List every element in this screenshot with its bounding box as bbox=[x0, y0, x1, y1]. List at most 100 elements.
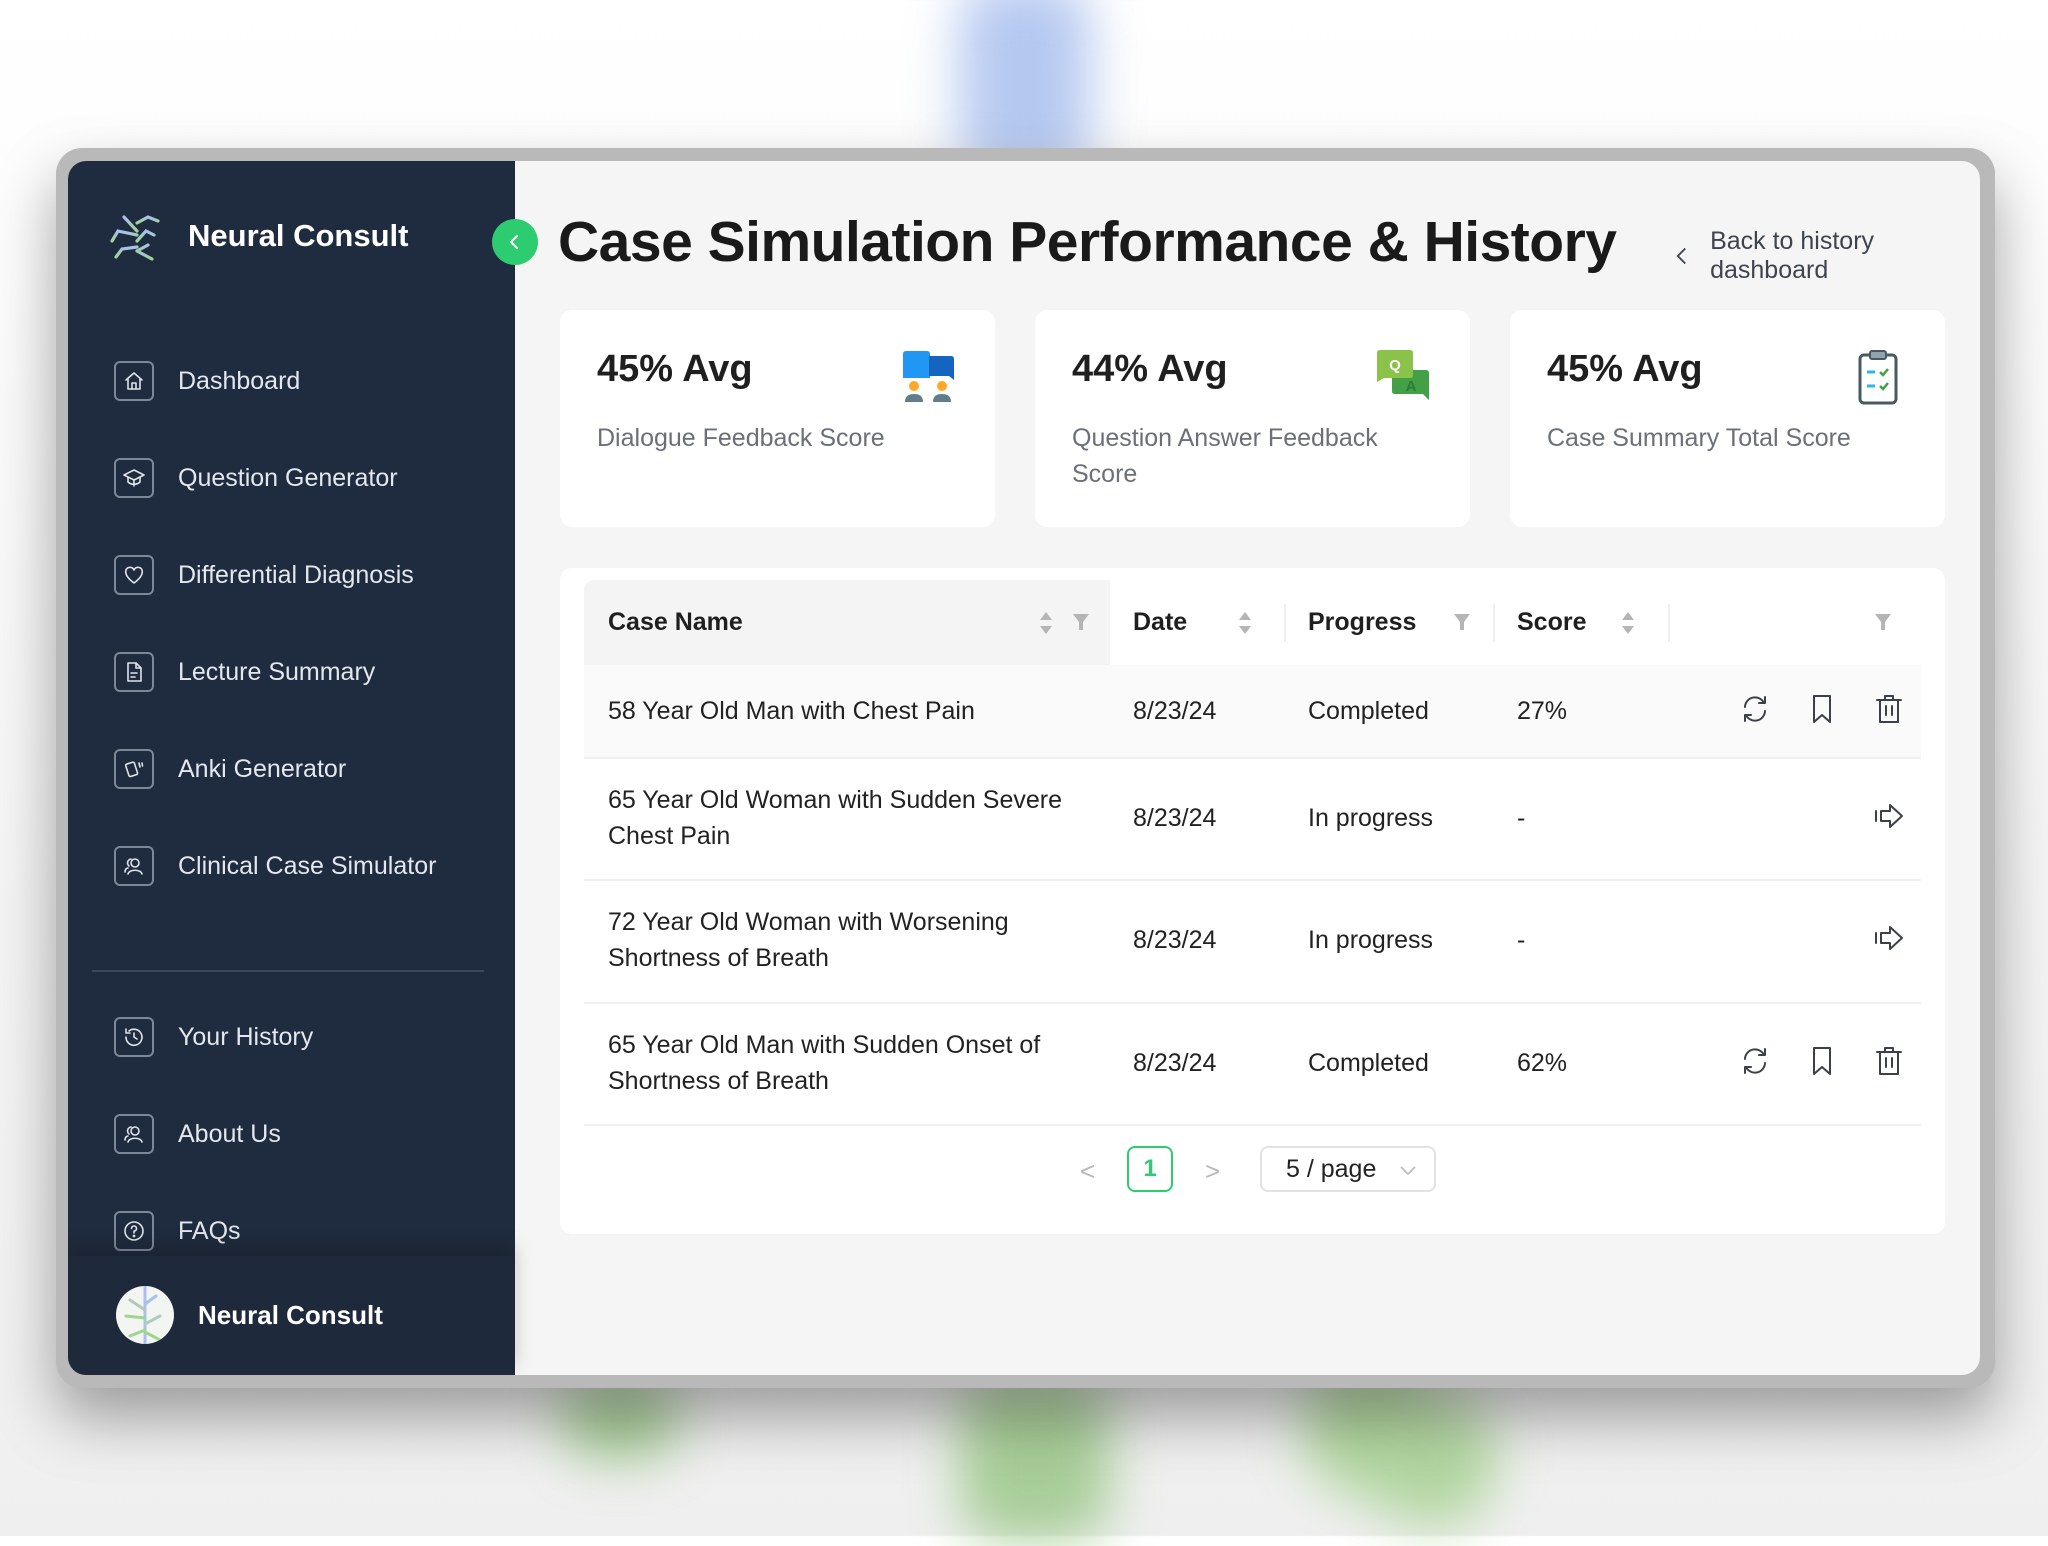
background-decoration bbox=[960, 1380, 1110, 1540]
sidebar-item-anki-generator[interactable]: Anki Generator bbox=[114, 749, 346, 789]
table-row[interactable]: 65 Year Old Man with Sudden Onset of Sho… bbox=[584, 1002, 1921, 1126]
sidebar-item-label: About Us bbox=[178, 1119, 281, 1148]
case-name[interactable]: 65 Year Old Man with Sudden Onset of Sho… bbox=[608, 1027, 1098, 1099]
previous-page-button[interactable]: < bbox=[1080, 1156, 1095, 1187]
sort-icon[interactable] bbox=[1238, 610, 1252, 636]
back-to-history-link[interactable]: Back to history dashboard bbox=[1675, 227, 1980, 285]
table-row[interactable]: 65 Year Old Woman with Sudden Severe Che… bbox=[584, 757, 1921, 881]
stat-card-question-answer: 44% Avg Question Answer Feedback Score Q… bbox=[1035, 310, 1470, 527]
retry-icon[interactable] bbox=[1738, 1044, 1772, 1078]
case-name[interactable]: 65 Year Old Woman with Sudden Severe Che… bbox=[608, 782, 1098, 854]
collapse-sidebar-button[interactable] bbox=[492, 219, 538, 265]
table-header: Case Name Date Progress Score bbox=[584, 580, 1921, 667]
graduation-cap-icon bbox=[114, 458, 154, 498]
sidebar-item-faqs[interactable]: FAQs bbox=[114, 1211, 241, 1251]
continue-icon[interactable] bbox=[1872, 921, 1906, 955]
clipboard-icon bbox=[1858, 350, 1898, 405]
case-name[interactable]: 58 Year Old Man with Chest Pain bbox=[608, 693, 1098, 729]
column-separator bbox=[1668, 604, 1670, 642]
case-score: 27% bbox=[1517, 697, 1568, 725]
sort-icon[interactable] bbox=[1621, 610, 1635, 636]
sidebar-item-label: Dashboard bbox=[178, 366, 301, 395]
question-circle-icon bbox=[114, 1211, 154, 1251]
case-name[interactable]: 72 Year Old Woman with Worsening Shortne… bbox=[608, 904, 1098, 976]
case-history-table: Case Name Date Progress Score 58 Year Ol… bbox=[560, 568, 1945, 1234]
stat-card-case-summary: 45% Avg Case Summary Total Score bbox=[1510, 310, 1945, 527]
sidebar-divider bbox=[92, 970, 484, 972]
back-link-label: Back to history dashboard bbox=[1710, 227, 1875, 284]
stat-value: 44% Avg bbox=[1072, 348, 1228, 390]
column-header-date[interactable]: Date bbox=[1133, 580, 1187, 665]
case-progress: In progress bbox=[1308, 926, 1434, 954]
brand[interactable]: Neural Consult bbox=[108, 205, 408, 267]
sidebar-item-label: FAQs bbox=[178, 1216, 241, 1245]
column-header-case-name[interactable]: Case Name bbox=[584, 580, 1110, 665]
app-window: Neural Consult Dashboard Question Genera… bbox=[68, 161, 1980, 1375]
case-date: 8/23/24 bbox=[1133, 804, 1217, 832]
qa-icon-a: A bbox=[1406, 378, 1417, 395]
sidebar-item-your-history[interactable]: Your History bbox=[114, 1017, 313, 1057]
dialogue-icon bbox=[903, 351, 954, 402]
home-icon bbox=[114, 361, 154, 401]
delete-icon[interactable] bbox=[1872, 1044, 1906, 1078]
sidebar-item-label: Question Generator bbox=[178, 463, 398, 492]
pagination: < 1 > 5 / page bbox=[560, 1146, 1945, 1194]
sidebar-item-label: Lecture Summary bbox=[178, 657, 376, 686]
sort-icon[interactable] bbox=[1039, 610, 1053, 636]
stat-card-dialogue: 45% Avg Dialogue Feedback Score bbox=[560, 310, 995, 527]
filter-icon[interactable] bbox=[1453, 612, 1471, 632]
case-score: - bbox=[1517, 926, 1526, 954]
delete-icon[interactable] bbox=[1872, 692, 1906, 726]
retry-icon[interactable] bbox=[1738, 692, 1772, 726]
case-date: 8/23/24 bbox=[1133, 697, 1217, 725]
table-row[interactable]: 72 Year Old Woman with Worsening Shortne… bbox=[584, 879, 1921, 1004]
filter-icon[interactable] bbox=[1072, 612, 1090, 632]
chevron-left-icon bbox=[1676, 247, 1686, 265]
column-separator bbox=[1493, 604, 1495, 642]
users-icon bbox=[114, 1114, 154, 1154]
history-icon bbox=[114, 1017, 154, 1057]
filter-icon[interactable] bbox=[1874, 612, 1892, 632]
column-header-score[interactable]: Score bbox=[1517, 580, 1586, 665]
qa-icon: Q A bbox=[1377, 350, 1429, 400]
profile-section[interactable]: Neural Consult bbox=[68, 1256, 515, 1375]
qa-icon-q: Q bbox=[1389, 357, 1401, 374]
page-1-button[interactable]: 1 bbox=[1127, 1146, 1173, 1192]
chevron-left-icon bbox=[509, 235, 518, 249]
bookmark-icon[interactable] bbox=[1805, 692, 1839, 726]
sidebar-item-label: Your History bbox=[178, 1022, 314, 1051]
column-separator bbox=[1284, 604, 1286, 642]
profile-name: Neural Consult bbox=[198, 1300, 383, 1330]
sidebar-item-clinical-case-simulator[interactable]: Clinical Case Simulator bbox=[114, 846, 436, 886]
case-progress: Completed bbox=[1308, 697, 1429, 725]
cards-icon bbox=[114, 749, 154, 789]
table-row[interactable]: 58 Year Old Man with Chest Pain 8/23/24 … bbox=[584, 665, 1921, 759]
sidebar-item-lecture-summary[interactable]: Lecture Summary bbox=[114, 652, 375, 692]
sidebar-item-dashboard[interactable]: Dashboard bbox=[114, 361, 300, 401]
page-title: Case Simulation Performance & History bbox=[558, 210, 1617, 274]
stat-label: Case Summary Total Score bbox=[1547, 424, 1851, 452]
sidebar-item-question-generator[interactable]: Question Generator bbox=[114, 458, 398, 498]
main-content: Case Simulation Performance & History Ba… bbox=[515, 161, 1980, 1375]
stat-label: Question Answer Feedback Score bbox=[1072, 424, 1378, 488]
sidebar-item-differential-diagnosis[interactable]: Differential Diagnosis bbox=[114, 555, 414, 595]
case-date: 8/23/24 bbox=[1133, 1049, 1217, 1077]
stat-value: 45% Avg bbox=[1547, 348, 1703, 390]
bookmark-icon[interactable] bbox=[1805, 1044, 1839, 1078]
background-decoration bbox=[560, 1380, 680, 1460]
sidebar: Neural Consult Dashboard Question Genera… bbox=[68, 161, 515, 1375]
sidebar-item-label: Clinical Case Simulator bbox=[178, 851, 437, 880]
sidebar-item-about-us[interactable]: About Us bbox=[114, 1114, 281, 1154]
continue-icon[interactable] bbox=[1872, 799, 1906, 833]
next-page-button[interactable]: > bbox=[1205, 1156, 1220, 1187]
sidebar-item-label: Anki Generator bbox=[178, 754, 347, 783]
stat-label: Dialogue Feedback Score bbox=[597, 424, 885, 452]
brand-name: Neural Consult bbox=[188, 218, 409, 253]
document-icon bbox=[114, 652, 154, 692]
case-score: 62% bbox=[1517, 1049, 1568, 1077]
column-header-progress[interactable]: Progress bbox=[1308, 580, 1416, 665]
case-score: - bbox=[1517, 804, 1526, 832]
case-date: 8/23/24 bbox=[1133, 926, 1217, 954]
page-size-select[interactable]: 5 / page bbox=[1260, 1146, 1436, 1192]
users-icon bbox=[114, 846, 154, 886]
